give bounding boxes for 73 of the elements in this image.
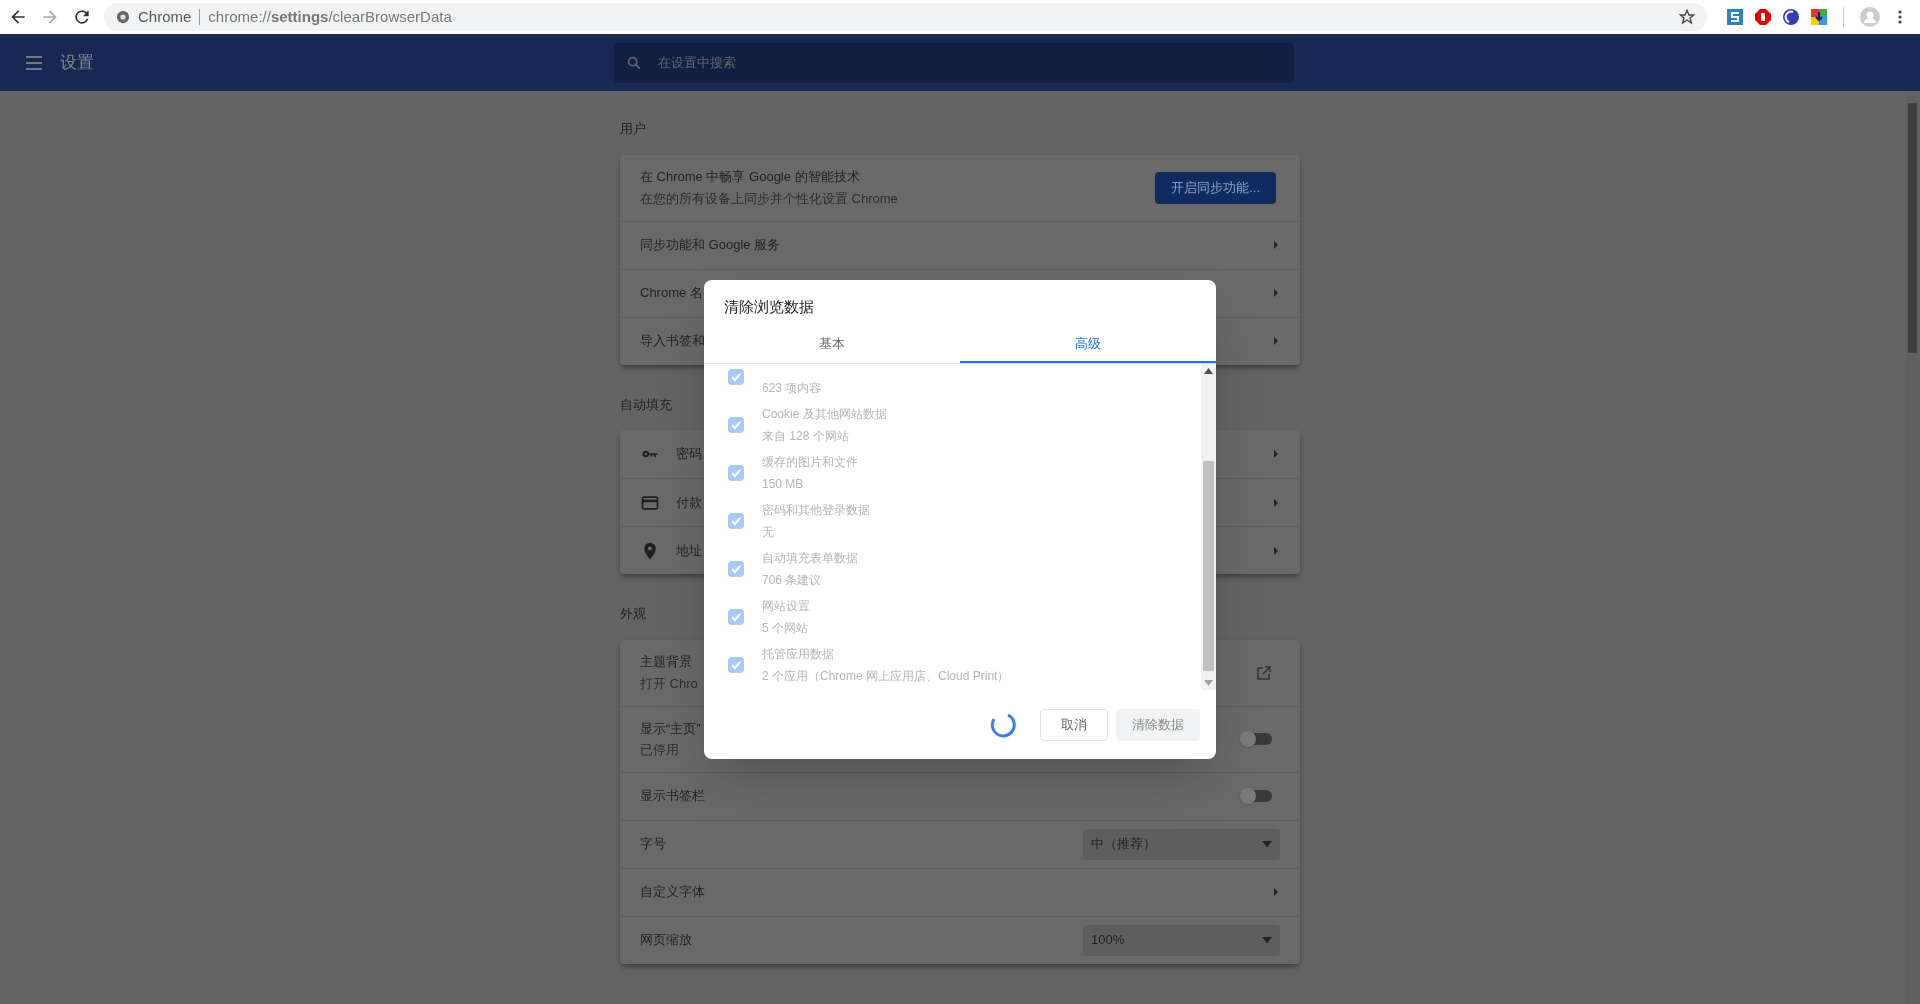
setting-label: 地址: [676, 541, 702, 560]
clear-data-button[interactable]: 清除数据: [1116, 708, 1200, 741]
section-title: 自动填充: [620, 395, 672, 414]
section-title: 用户: [620, 120, 646, 138]
setting-label: 自定义字体: [640, 883, 705, 902]
item-detail: 706 条建议: [762, 572, 822, 589]
setting-label: 主题背景: [640, 653, 692, 671]
extension-icon[interactable]: [1727, 9, 1743, 25]
item-label: 网站设置: [762, 598, 810, 615]
search-field[interactable]: 在设置中搜索: [614, 42, 1294, 83]
setting-label: 付款: [676, 493, 702, 512]
item-detail: 150 MB: [762, 476, 804, 493]
arrow-right-icon: [1272, 886, 1280, 898]
dialog-scrollbar[interactable]: [1201, 364, 1216, 690]
dialog-tab[interactable]: 基本: [704, 326, 960, 363]
extension-icon[interactable]: [1811, 9, 1827, 25]
dialog-tab[interactable]: 高级: [960, 326, 1216, 363]
setting-description: 打开 Chro: [640, 674, 698, 693]
arrow-right-icon: [1272, 496, 1280, 509]
arrow-right-icon: [1272, 239, 1280, 251]
arrow-right-icon: [1272, 287, 1280, 299]
item-detail: 623 项内容: [762, 380, 822, 397]
arrow-right-icon: [1272, 448, 1280, 460]
header-title: 设置: [60, 51, 94, 74]
checkbox[interactable]: [728, 657, 744, 673]
extension-icon[interactable]: [1755, 9, 1771, 25]
setting-label: 导入书签和: [640, 332, 705, 351]
checkbox[interactable]: [728, 369, 744, 385]
item-label: 密码和其他登录数据: [762, 502, 870, 519]
setting-label: 显示“主页”: [640, 719, 701, 738]
dialog-title: 清除浏览数据: [723, 297, 815, 317]
dropdown-arrow-icon: [1262, 841, 1272, 847]
toggle-switch[interactable]: [1240, 731, 1272, 747]
scroll-down-icon[interactable]: [1204, 680, 1213, 686]
address-bar[interactable]: Chrome chrome://settings/clearBrowserData: [104, 3, 1707, 31]
item-detail: 来自 128 个网站: [762, 428, 849, 445]
setting-label: 网页缩放: [640, 931, 692, 950]
toggle-switch[interactable]: [1240, 788, 1272, 804]
checkbox[interactable]: [728, 417, 744, 433]
bookmark-star-icon[interactable]: [1679, 9, 1695, 25]
setting-label: 显示书签栏: [640, 787, 705, 806]
url-text: chrome://settings/clearBrowserData: [208, 6, 452, 27]
item-detail: 5 个网站: [762, 620, 808, 637]
item-label: 托管应用数据: [762, 646, 834, 663]
extension-icon[interactable]: [1783, 9, 1799, 25]
item-detail: 无: [762, 524, 774, 541]
search-icon: [626, 54, 642, 71]
site-info-icon[interactable]: [116, 10, 130, 24]
setting-label: 在 Chrome 中畅享 Google 的智能技术: [640, 168, 860, 186]
item-label: 自动填充表单数据: [762, 550, 858, 567]
item-label: 缓存的图片和文件: [762, 454, 858, 471]
checkbox[interactable]: [728, 561, 744, 577]
site-label: Chrome: [138, 6, 192, 27]
profile-avatar-icon[interactable]: [1860, 7, 1880, 27]
arrow-right-icon: [1272, 335, 1280, 347]
cancel-button[interactable]: 取消: [1040, 708, 1108, 741]
arrow-right-icon: [1272, 544, 1280, 557]
checkbox[interactable]: [728, 465, 744, 481]
setting-label: 字号: [640, 835, 666, 854]
sync-button[interactable]: 开启同步功能...: [1155, 171, 1276, 204]
section-title: 外观: [620, 605, 646, 623]
checkbox[interactable]: [728, 609, 744, 625]
search-input[interactable]: 在设置中搜索: [658, 52, 1282, 73]
setting-label: 同步功能和 Google 服务: [640, 236, 781, 255]
external-link-icon[interactable]: [1256, 664, 1272, 681]
setting-label: 密码: [676, 445, 702, 464]
reload-icon[interactable]: [72, 7, 92, 27]
checkbox[interactable]: [728, 513, 744, 529]
dropdown-arrow-icon: [1262, 937, 1272, 943]
item-label: Cookie 及其他网站数据: [762, 406, 887, 423]
setting-label: Chrome 名: [640, 284, 703, 303]
scroll-up-icon[interactable]: [1204, 368, 1213, 374]
setting-description: 已停用: [640, 741, 679, 759]
